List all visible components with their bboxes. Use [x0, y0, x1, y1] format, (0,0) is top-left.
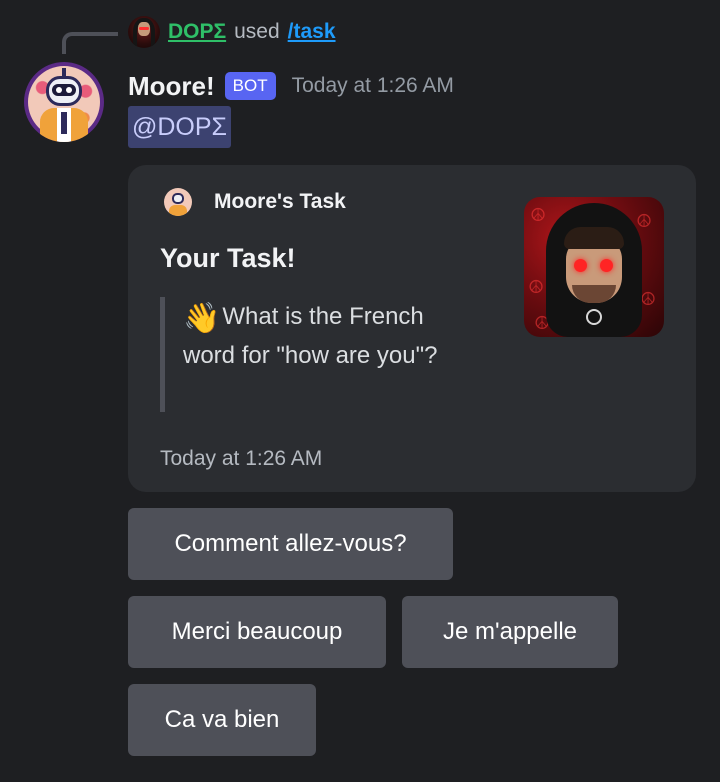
bot-username[interactable]: Moore!: [128, 71, 215, 102]
user-mention[interactable]: @DOPΣ: [128, 106, 232, 148]
reply-connector: [62, 32, 118, 54]
used-label: used: [234, 20, 280, 43]
invoking-username[interactable]: DOPΣ: [168, 20, 226, 44]
embed-quote: 👋What is the French word for "how are yo…: [160, 297, 480, 412]
embed-author-icon: [164, 188, 192, 216]
task-embed: Moore's Task Your Task! 👋What is the Fre…: [128, 165, 696, 492]
answer-button-merci-beaucoup[interactable]: Merci beaucoup: [128, 596, 386, 668]
command-link[interactable]: /task: [288, 20, 336, 44]
command-invocation-line: DOPΣ used /task: [128, 14, 336, 50]
user-avatar[interactable]: [128, 16, 160, 48]
embed-author: Moore's Task: [164, 187, 346, 217]
quote-text: What is the French word for "how are you…: [183, 303, 438, 369]
message-header: Moore! BOT Today at 1:26 AM: [128, 68, 454, 104]
embed-footer-timestamp: Today at 1:26 AM: [160, 447, 323, 470]
embed-title: Your Task!: [160, 243, 296, 273]
message-timestamp: Today at 1:26 AM: [291, 74, 454, 97]
bot-avatar[interactable]: [24, 62, 104, 142]
bot-badge: BOT: [224, 72, 276, 100]
embed-author-name: Moore's Task: [214, 190, 346, 213]
answer-button-je-mappelle[interactable]: Je m'appelle: [402, 596, 618, 668]
waving-hand-icon: 👋: [183, 302, 221, 335]
answer-button-comment-allez-vous[interactable]: Comment allez-vous?: [128, 508, 453, 580]
embed-thumbnail[interactable]: ☮ ☮ ☮ ☮ ☮: [524, 197, 664, 337]
answer-button-ca-va-bien[interactable]: Ca va bien: [128, 684, 316, 756]
